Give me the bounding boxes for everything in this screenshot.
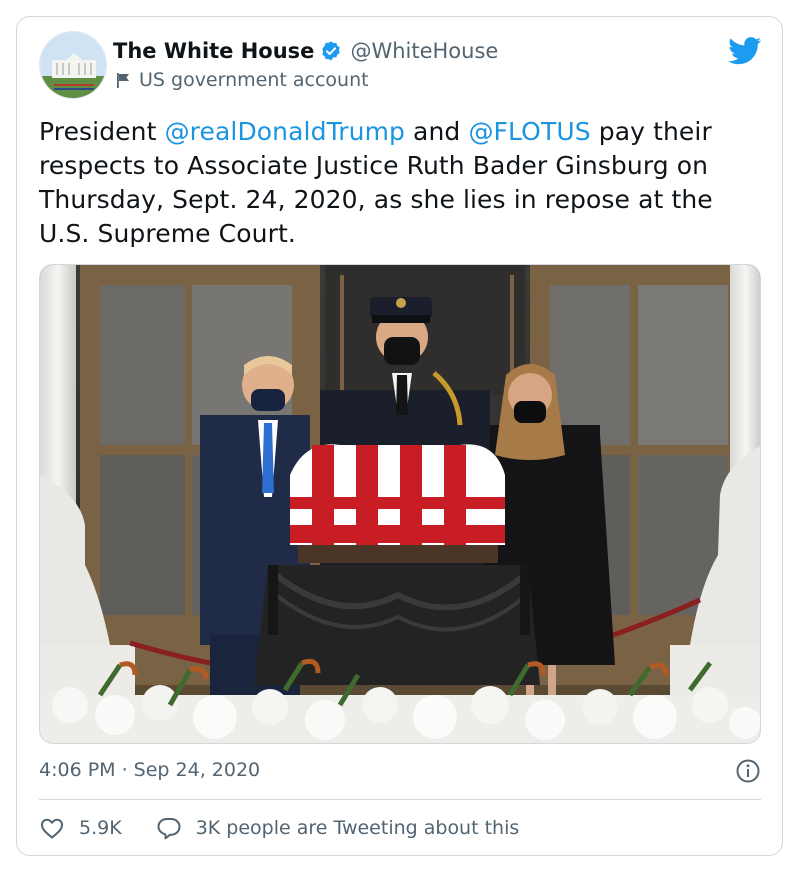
timestamp-link[interactable]: 4:06 PM · Sep 24, 2020 [39,759,260,781]
author-name[interactable]: The White House [113,39,314,63]
mention-link-flotus[interactable]: @FLOTUS [468,117,590,146]
account-label: US government account [139,69,369,91]
tweeting-about-link[interactable]: 3K people are Tweeting about this [156,815,520,841]
comment-icon [157,818,181,840]
divider [39,799,761,800]
info-icon[interactable] [735,758,761,784]
mention-link-realdonaldtrump[interactable]: @realDonaldTrump [165,117,405,146]
like-count: 5.9K [79,817,122,839]
like-button[interactable]: 5.9K [39,815,122,841]
heart-icon [41,818,63,839]
tweet-card: The White House @WhiteHouse US governmen… [16,16,783,856]
flag-icon [117,73,129,88]
author-handle[interactable]: @WhiteHouse [350,39,498,63]
twitter-bird-icon[interactable] [728,37,762,65]
tweet-photo[interactable] [39,264,761,744]
tweet-text: President @realDonaldTrump and @FLOTUS p… [39,115,769,251]
verified-badge-icon [320,40,342,62]
tweet-text-part: and [405,117,469,146]
tweeting-about-text: 3K people are Tweeting about this [195,817,520,839]
avatar[interactable] [39,31,107,99]
tweet-text-part: President [39,117,165,146]
